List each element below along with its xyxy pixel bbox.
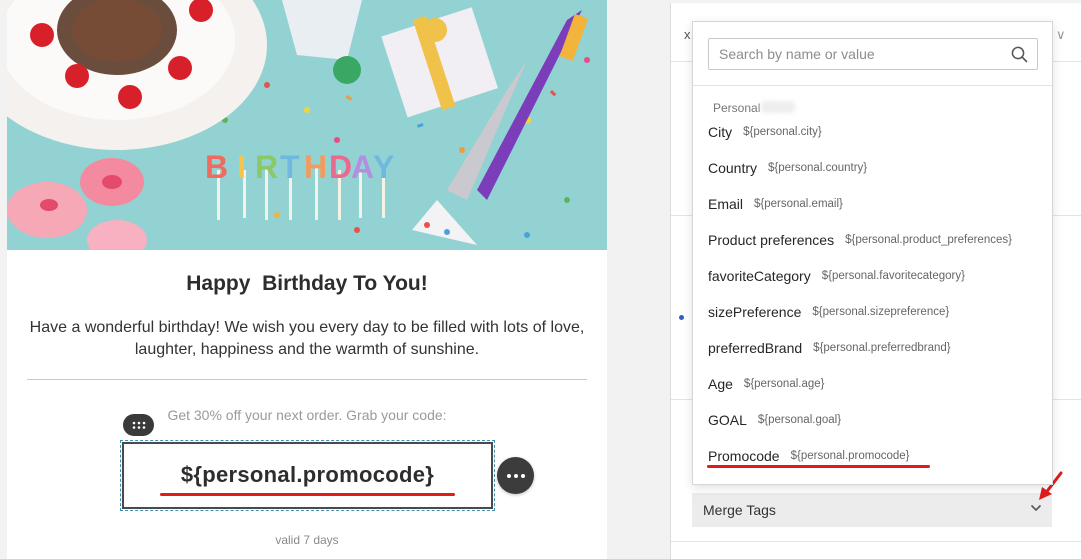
- chevron-down-icon: [1030, 504, 1042, 512]
- tag-name: favoriteCategory: [708, 268, 811, 284]
- svg-text:Y: Y: [373, 149, 394, 185]
- tag-value: ${personal.favoritecategory}: [821, 270, 965, 282]
- email-canvas: B I R T H D A Y Happy Birthday To You! H…: [7, 0, 607, 559]
- promo-code-text[interactable]: ${personal.promocode}: [181, 462, 434, 488]
- tag-name: Age: [708, 376, 733, 392]
- tag-name: preferredBrand: [708, 340, 803, 356]
- search-box: [708, 38, 1038, 70]
- tag-name: Product preferences: [708, 232, 835, 248]
- email-divider: [27, 379, 587, 380]
- drag-handle-icon[interactable]: [123, 414, 154, 436]
- tag-name: Country: [708, 160, 758, 176]
- merge-tag-item-country[interactable]: Country ${personal.country}: [708, 160, 1048, 196]
- search-icon[interactable]: [1011, 46, 1028, 63]
- tag-name: sizePreference: [708, 304, 802, 320]
- svg-text:D: D: [329, 149, 352, 185]
- svg-text:I: I: [237, 149, 246, 185]
- tag-value: ${personal.city}: [743, 126, 822, 138]
- tag-value: ${personal.age}: [743, 378, 825, 390]
- annotation-underline: [707, 465, 930, 468]
- merge-tag-item-size-preference[interactable]: sizePreference ${personal.sizepreference…: [708, 304, 1048, 340]
- merge-tag-item-email[interactable]: Email ${personal.email}: [708, 196, 1048, 232]
- tag-value: ${personal.goal}: [757, 414, 842, 426]
- tag-name: Email: [708, 196, 744, 212]
- offer-text: Get 30% off your next order. Grab your c…: [167, 407, 447, 423]
- group-label: Personal: [713, 101, 761, 115]
- merge-tags-label: Merge Tags: [703, 502, 776, 518]
- merge-tag-list: City ${personal.city} Country ${personal…: [708, 124, 1048, 484]
- tag-name: City: [708, 124, 733, 140]
- tag-value: ${personal.country}: [768, 162, 868, 174]
- promo-code-block[interactable]: ${personal.promocode}: [120, 440, 495, 511]
- email-body-text: Have a wonderful birthday! We wish you e…: [29, 319, 585, 358]
- merge-tag-item-goal[interactable]: GOAL ${personal.goal}: [708, 412, 1048, 448]
- more-options-button[interactable]: [497, 457, 534, 494]
- merge-tag-item-preferred-brand[interactable]: preferredBrand ${personal.preferredbrand…: [708, 340, 1048, 376]
- merge-tag-dropdown: Personal City ${personal.city} Country $…: [692, 21, 1053, 485]
- panel-toggle-glyph[interactable]: ∨: [1056, 27, 1066, 43]
- annotation-underline: [160, 493, 455, 496]
- tag-value: ${personal.sizepreference}: [812, 306, 950, 318]
- merge-tag-item-favorite-category[interactable]: favoriteCategory ${personal.favoritecate…: [708, 268, 1048, 304]
- tag-value: ${personal.promocode}: [790, 450, 910, 462]
- svg-text:H: H: [304, 149, 327, 185]
- birthday-hero-illustration: B I R T H D A Y: [7, 0, 607, 250]
- merge-tag-item-age[interactable]: Age ${personal.age}: [708, 376, 1048, 412]
- tag-name: Promocode: [708, 448, 780, 464]
- svg-text:T: T: [280, 149, 300, 185]
- merge-tags-toggle[interactable]: Merge Tags: [692, 493, 1052, 527]
- list-bullet: [679, 315, 684, 320]
- blurred-text: [761, 101, 795, 113]
- merge-tag-item-product-preferences[interactable]: Product preferences ${personal.product_p…: [708, 232, 1048, 268]
- tag-value: ${personal.email}: [754, 198, 843, 210]
- hero-image[interactable]: B I R T H D A Y: [7, 0, 607, 250]
- email-heading: Happy Birthday To You!: [186, 272, 428, 295]
- svg-text:A: A: [351, 149, 374, 185]
- search-input[interactable]: [709, 39, 1009, 69]
- tag-value: ${personal.product_preferences}: [845, 234, 1012, 246]
- panel-divider: [671, 541, 1081, 542]
- dropdown-divider: [693, 85, 1052, 86]
- svg-text:B: B: [205, 149, 228, 185]
- valid-note: valid 7 days: [275, 533, 339, 547]
- more-horizontal-icon: [506, 473, 525, 478]
- tag-value: ${personal.preferredbrand}: [813, 342, 951, 354]
- panel-close-glyph[interactable]: x: [684, 27, 691, 42]
- tag-name: GOAL: [708, 412, 747, 428]
- svg-text:R: R: [255, 149, 278, 185]
- merge-tag-item-city[interactable]: City ${personal.city}: [708, 124, 1048, 160]
